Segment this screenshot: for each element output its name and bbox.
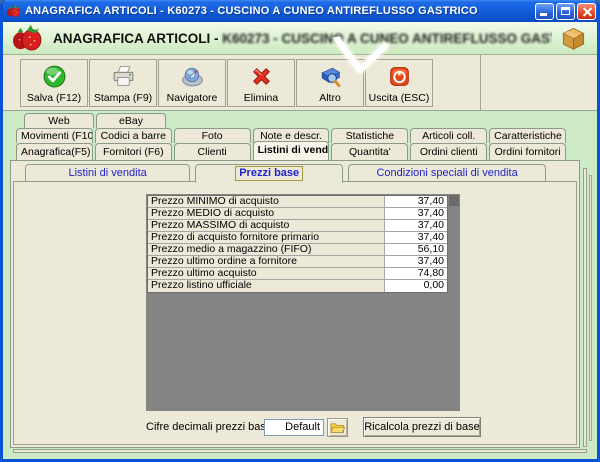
- price-row-value[interactable]: 37,40: [385, 208, 447, 219]
- subtab-listini-di-vendita[interactable]: Listini di vendita: [25, 164, 191, 182]
- decimals-input[interactable]: [264, 418, 324, 436]
- salva-label: Salva (F12): [26, 92, 82, 104]
- stampa-button[interactable]: Stampa (F9): [89, 59, 157, 107]
- tab-caratteristiche[interactable]: Caratteristiche: [489, 128, 567, 143]
- printer-icon: [113, 66, 133, 86]
- row-selector-square: [449, 195, 459, 206]
- page-title-article: K60273 - CUSCINO A CUNEO ANTIREFLUSSO GA…: [222, 30, 552, 46]
- strawberry-icon: [6, 4, 21, 17]
- decimals-label: Cifre decimali prezzi base :: [146, 421, 279, 433]
- price-row-value[interactable]: 37,40: [385, 196, 447, 207]
- tab-strip: Web eBay Movimenti (F10) Codici a barre …: [3, 112, 597, 160]
- content-panel: Listini di vendita Prezzi base Condizion…: [10, 160, 580, 448]
- table-row: Prezzo MASSIMO di acquisto 37,40: [148, 220, 447, 232]
- tab-anagrafica[interactable]: Anagrafica(F5): [16, 143, 93, 160]
- table-row: Prezzo di acquisto fornitore primario 37…: [148, 232, 447, 244]
- price-row-value[interactable]: 56,10: [385, 244, 447, 255]
- tab-ordini-fornitori[interactable]: Ordini fornitori: [489, 143, 567, 160]
- price-row-label: Prezzo di acquisto fornitore primario: [148, 232, 385, 243]
- strawberry-icon: [13, 24, 42, 51]
- price-panel: Prezzo MINIMO di acquisto 37,40 Prezzo M…: [146, 194, 460, 411]
- tab-web[interactable]: Web: [24, 113, 94, 128]
- price-row-label: Prezzo ultimo acquisto: [148, 268, 385, 279]
- page-edge: [589, 175, 592, 441]
- tab-articoli-coll[interactable]: Articoli coll.: [410, 128, 488, 143]
- price-row-label: Prezzo medio a magazzino (FIFO): [148, 244, 385, 255]
- tab-statistiche[interactable]: Statistiche: [331, 128, 409, 143]
- tab-movimenti[interactable]: Movimenti (F10): [16, 128, 93, 143]
- compass-icon: [181, 67, 203, 87]
- tab-ordini-clienti[interactable]: Ordini clienti: [410, 143, 488, 160]
- tab-foto[interactable]: Foto: [173, 128, 251, 143]
- navigatore-button[interactable]: Navigatore: [158, 59, 226, 107]
- subtab-condizioni-speciali[interactable]: Condizioni speciali di vendita: [348, 164, 547, 182]
- toolbar: Salva (F12) Stampa (F9) Navigatore Elimi…: [3, 55, 597, 111]
- price-row-value[interactable]: 74,80: [385, 268, 447, 279]
- price-row-value[interactable]: 0,00: [385, 280, 447, 292]
- price-row-value[interactable]: 37,40: [385, 256, 447, 267]
- tab-quantita[interactable]: Quantita': [331, 143, 409, 160]
- price-row-value[interactable]: 37,40: [385, 232, 447, 243]
- page-edge: [583, 168, 587, 447]
- page-edge: [13, 449, 587, 453]
- price-table: Prezzo MINIMO di acquisto 37,40 Prezzo M…: [147, 195, 448, 293]
- price-row-label: Prezzo MEDIO di acquisto: [148, 208, 385, 219]
- window-title: ANAGRAFICA ARTICOLI - K60273 - CUSCINO A…: [25, 5, 478, 17]
- folder-icon: [330, 422, 345, 433]
- table-row: Prezzo MINIMO di acquisto 37,40: [148, 196, 447, 208]
- elimina-button[interactable]: Elimina: [227, 59, 295, 107]
- prezzi-base-page: Prezzo MINIMO di acquisto 37,40 Prezzo M…: [13, 181, 577, 445]
- page-title: ANAGRAFICA ARTICOLI - K60273 - CUSCINO A…: [53, 31, 552, 46]
- power-icon: [389, 67, 409, 86]
- salva-button[interactable]: Salva (F12): [20, 59, 88, 107]
- altro-button[interactable]: Altro: [296, 59, 364, 107]
- table-row: Prezzo listino ufficiale 0,00: [148, 280, 447, 292]
- table-row: Prezzo MEDIO di acquisto 37,40: [148, 208, 447, 220]
- altro-label: Altro: [319, 92, 341, 104]
- save-check-icon: [43, 65, 65, 88]
- delete-x-icon: [252, 68, 270, 85]
- minimize-button[interactable]: [535, 2, 554, 20]
- decimals-picker-button[interactable]: [327, 417, 348, 437]
- header: ANAGRAFICA ARTICOLI - K60273 - CUSCINO A…: [3, 22, 597, 55]
- stampa-label: Stampa (F9): [93, 92, 153, 104]
- uscita-label: Uscita (ESC): [368, 92, 430, 104]
- price-row-label: Prezzo MINIMO di acquisto: [148, 196, 385, 207]
- tab-codici-a-barre[interactable]: Codici a barre: [94, 128, 172, 143]
- maximize-button[interactable]: [556, 2, 575, 20]
- uscita-button[interactable]: Uscita (ESC): [365, 59, 433, 107]
- book-magnifier-icon: [320, 67, 340, 88]
- tab-ebay[interactable]: eBay: [96, 113, 166, 128]
- tab-clienti[interactable]: Clienti: [173, 143, 251, 160]
- subtab-prezzi-base[interactable]: Prezzi base: [195, 164, 344, 183]
- app-window: ANAGRAFICA ARTICOLI - K60273 - CUSCINO A…: [0, 0, 600, 462]
- elimina-label: Elimina: [243, 92, 279, 104]
- price-row-label: Prezzo ultimo ordine a fornitore: [148, 256, 385, 267]
- price-row-value[interactable]: 37,40: [385, 220, 447, 231]
- table-row: Prezzo ultimo acquisto 74,80: [148, 268, 447, 280]
- package-box-icon: [562, 27, 585, 50]
- toolbar-divider: [480, 55, 481, 110]
- tab-listini-di-vendita[interactable]: Listini di vendita: [252, 141, 330, 160]
- ricalcola-button[interactable]: Ricalcola prezzi di base: [363, 417, 481, 437]
- price-row-label: Prezzo listino ufficiale: [148, 280, 385, 292]
- close-button[interactable]: [577, 2, 596, 20]
- navigatore-label: Navigatore: [166, 92, 218, 104]
- table-row: Prezzo ultimo ordine a fornitore 37,40: [148, 256, 447, 268]
- footer-controls: Cifre decimali prezzi base : Ricalcola p…: [14, 416, 576, 438]
- price-row-label: Prezzo MASSIMO di acquisto: [148, 220, 385, 231]
- tab-fornitori[interactable]: Fornitori (F6): [94, 143, 172, 160]
- title-bar: ANAGRAFICA ARTICOLI - K60273 - CUSCINO A…: [3, 0, 597, 22]
- table-row: Prezzo medio a magazzino (FIFO) 56,10: [148, 244, 447, 256]
- subtab-strip: Listini di vendita Prezzi base Condizion…: [25, 164, 551, 183]
